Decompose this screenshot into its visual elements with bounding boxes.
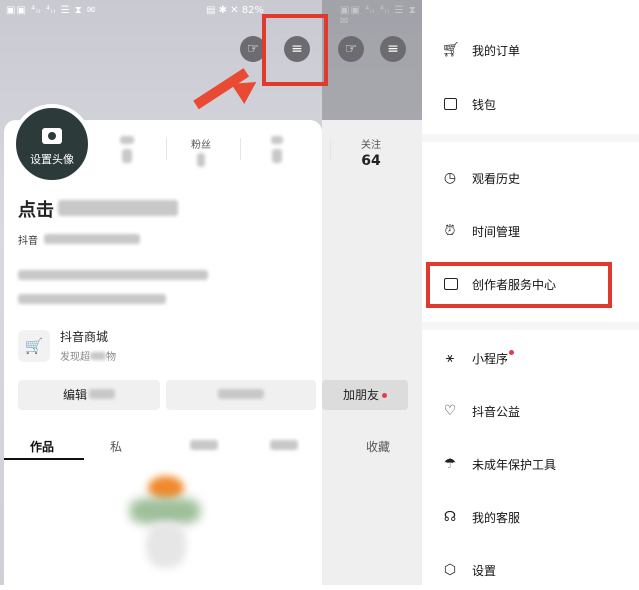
menu-item-settings[interactable]: ⬡ 设置 bbox=[422, 550, 639, 590]
cart-icon: 🛒 bbox=[18, 330, 50, 362]
menu-item-label: 时间管理 bbox=[472, 225, 521, 239]
menu-item-label: 钱包 bbox=[472, 98, 497, 112]
menu-item-mini-programs[interactable]: ⚹ 小程序 bbox=[422, 338, 639, 378]
asterisk-icon: ⚹ bbox=[445, 350, 455, 366]
menu-item-label: 未成年保护工具 bbox=[472, 458, 557, 472]
stat-following-value: 64 bbox=[361, 153, 381, 169]
status-middle: ▤ ✱ ✕ 82% bbox=[206, 5, 264, 16]
menu-item-time-management[interactable]: ⏰︎ 时间管理 bbox=[422, 211, 639, 251]
section-divider bbox=[422, 322, 639, 330]
menu-item-label: 观看历史 bbox=[472, 172, 521, 186]
notification-dot bbox=[509, 350, 515, 355]
profile-name[interactable]: 点击 bbox=[18, 196, 178, 222]
menu-icon-2[interactable]: ≡ bbox=[380, 36, 406, 62]
menu-item-customer-service[interactable]: ☊ 我的客服 bbox=[422, 497, 639, 537]
section-divider bbox=[422, 134, 639, 142]
shop-subtitle: 发现超物 bbox=[60, 352, 116, 363]
edit-profile-button[interactable]: 编辑 bbox=[18, 380, 160, 410]
stat-fans-label: 粉丝 bbox=[191, 140, 211, 151]
tab-works[interactable]: 作品 bbox=[30, 438, 54, 455]
avatar-label: 设置头像 bbox=[30, 153, 74, 166]
cart-icon: 🛒︎ bbox=[442, 42, 460, 58]
stat-following-label: 关注 bbox=[361, 140, 381, 151]
camera-icon bbox=[42, 128, 62, 144]
menu-item-label: 我的订单 bbox=[472, 44, 521, 58]
menu-item-label: 小程序 bbox=[472, 350, 515, 367]
bio-line-2 bbox=[18, 294, 166, 304]
menu-item-charity[interactable]: ♡ 抖音公益 bbox=[422, 391, 639, 431]
mosaic-thumbnail bbox=[120, 472, 212, 572]
status-left: ▣▣ ⁴ᵢᵢ ⁴ᵢᵢ ☰ ⧗ ✉ bbox=[6, 5, 97, 16]
menu-item-label: 设置 bbox=[472, 564, 497, 578]
menu-item-wallet[interactable]: 钱包 bbox=[422, 84, 639, 124]
headset-icon: ☊ bbox=[443, 509, 457, 525]
clock-icon: ◷ bbox=[443, 170, 457, 186]
alarm-icon: ⏰︎ bbox=[444, 223, 456, 239]
stat-fans[interactable]: 粉丝 bbox=[186, 136, 216, 171]
stat-likes[interactable] bbox=[112, 136, 142, 167]
share-profile-button[interactable] bbox=[166, 380, 316, 410]
heart-icon: ♡ bbox=[443, 403, 457, 419]
wallet-icon bbox=[444, 98, 457, 110]
douyin-id[interactable]: 抖音 bbox=[18, 232, 140, 247]
profile-card-shaded bbox=[322, 120, 422, 585]
bio-line-1 bbox=[18, 270, 208, 280]
stat-friends[interactable] bbox=[262, 136, 292, 167]
umbrella-icon: ☂︎ bbox=[443, 456, 457, 472]
menu-item-label: 我的客服 bbox=[472, 511, 521, 525]
shop-title: 抖音商城 bbox=[60, 330, 109, 344]
set-avatar-button[interactable]: 设置头像 bbox=[12, 104, 92, 184]
douyin-mall-entry[interactable]: 🛒 抖音商城 发现超物 bbox=[18, 326, 308, 368]
active-tab-indicator bbox=[4, 458, 84, 460]
notification-dot bbox=[382, 393, 387, 398]
menu-item-my-orders[interactable]: 🛒︎ 我的订单 bbox=[422, 30, 639, 70]
creator-center-highlight-box bbox=[426, 262, 612, 308]
add-friend-button[interactable]: 加朋友 bbox=[322, 380, 408, 410]
side-drawer-menu: 🛒︎ 我的订单 钱包 ◷ 观看历史 ⏰︎ 时间管理 创作者服务中心 ⚹ 小程序 … bbox=[422, 0, 639, 585]
share-icon-2[interactable]: ☞ bbox=[338, 36, 364, 62]
tab-blurred-1[interactable] bbox=[190, 440, 218, 450]
menu-item-watch-history[interactable]: ◷ 观看历史 bbox=[422, 158, 639, 198]
tab-favorites[interactable]: 收藏 bbox=[366, 438, 390, 455]
menu-item-minor-protection[interactable]: ☂︎ 未成年保护工具 bbox=[422, 444, 639, 484]
menu-item-label: 抖音公益 bbox=[472, 405, 521, 419]
settings-icon: ⬡ bbox=[443, 562, 457, 578]
menu-highlight-box bbox=[262, 14, 328, 86]
stat-following[interactable]: 关注 64 bbox=[356, 136, 386, 169]
profile-screen: ▣▣ ⁴ᵢᵢ ⁴ᵢᵢ ☰ ⧗ ✉ ▤ ✱ ✕ 82% ▣▣ ⁴ᵢᵢ ⁴ᵢᵢ ☰ … bbox=[0, 0, 422, 585]
tab-blurred-2[interactable] bbox=[270, 440, 298, 450]
tab-private[interactable]: 私 bbox=[110, 438, 122, 455]
